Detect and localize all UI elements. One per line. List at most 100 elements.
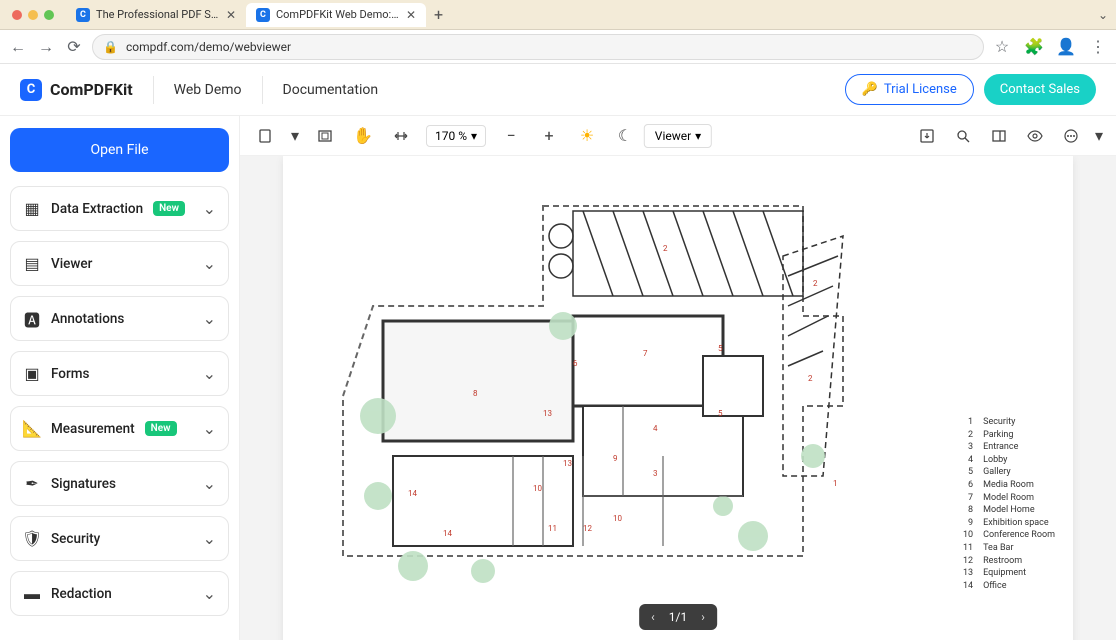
svg-text:6: 6 — [573, 359, 578, 368]
legend-row: 8Model Home — [961, 504, 1055, 517]
menu-icon[interactable]: ⋮ — [1088, 37, 1108, 57]
tab-close-icon[interactable]: ✕ — [226, 8, 236, 22]
logo-icon: C — [20, 79, 42, 101]
legend-row: 12Restroom — [961, 555, 1055, 568]
open-file-button[interactable]: Open File — [10, 128, 229, 172]
divider — [153, 76, 154, 104]
bookmark-icon[interactable]: ☆ — [992, 37, 1012, 57]
new-badge: New — [145, 421, 177, 436]
shield-icon: 🛡 — [23, 530, 41, 548]
svg-text:2: 2 — [808, 374, 813, 383]
page-indicator: 1/1 — [669, 610, 687, 624]
brand[interactable]: C ComPDFKit — [20, 79, 133, 101]
zoom-out-button[interactable]: − — [498, 123, 524, 149]
chevron-down-icon: ⌄ — [203, 584, 216, 603]
forward-icon[interactable]: → — [36, 37, 56, 57]
svg-text:13: 13 — [563, 459, 572, 468]
redaction-icon: ▬ — [23, 585, 41, 603]
browser-tab-active[interactable]: C ComPDFKit Web Demo: View ✕ — [246, 3, 426, 27]
more-icon[interactable] — [1058, 123, 1084, 149]
address-bar[interactable]: 🔒 compdf.com/demo/webviewer — [92, 34, 984, 60]
sidebar-item-label: Redaction — [51, 586, 112, 602]
mode-select[interactable]: Viewer ▾ — [644, 124, 712, 148]
divider — [262, 76, 263, 104]
new-badge: New — [153, 201, 185, 216]
save-icon[interactable] — [914, 123, 940, 149]
tab-close-icon[interactable]: ✕ — [406, 8, 416, 22]
eye-icon[interactable] — [1022, 123, 1048, 149]
sidebar-item-measurement[interactable]: 📐 Measurement New ⌄ — [10, 406, 229, 451]
sidebar-item-redaction[interactable]: ▬ Redaction ⌄ — [10, 571, 229, 616]
svg-text:14: 14 — [443, 529, 452, 538]
key-icon: 🔑 — [862, 82, 878, 97]
svg-text:10: 10 — [533, 484, 542, 493]
profile-icon[interactable]: 👤 — [1056, 37, 1076, 57]
zoom-select[interactable]: 170 % ▾ — [426, 125, 486, 147]
back-icon[interactable]: ← — [8, 37, 28, 57]
extract-icon: ▦ — [23, 200, 41, 218]
chevron-down-icon: ⌄ — [203, 529, 216, 548]
minimize-window-icon[interactable] — [28, 10, 38, 20]
sidebar-item-security[interactable]: 🛡 Security ⌄ — [10, 516, 229, 561]
sidebar-item-data-extraction[interactable]: ▦ Data Extraction New ⌄ — [10, 186, 229, 231]
new-tab-button[interactable]: + — [426, 5, 451, 24]
signature-icon: ✒ — [23, 475, 41, 493]
fit-width-icon[interactable] — [388, 123, 414, 149]
url-text: compdf.com/demo/webviewer — [126, 40, 291, 54]
zoom-value: 170 % — [435, 129, 467, 143]
panel-icon[interactable] — [986, 123, 1012, 149]
sidebar-item-label: Annotations — [51, 311, 124, 327]
tab-title: The Professional PDF SDK fo — [96, 8, 220, 21]
browser-tab[interactable]: C The Professional PDF SDK fo ✕ — [66, 3, 246, 27]
reload-icon[interactable]: ⟳ — [64, 37, 84, 57]
svg-text:8: 8 — [473, 389, 478, 398]
site-header: C ComPDFKit Web Demo Documentation 🔑 Tri… — [0, 64, 1116, 116]
sidebar-item-label: Signatures — [51, 476, 116, 492]
sidebar-item-signatures[interactable]: ✒ Signatures ⌄ — [10, 461, 229, 506]
extensions-icon[interactable]: 🧩 — [1024, 37, 1044, 57]
trial-label: Trial License — [884, 82, 957, 97]
close-window-icon[interactable] — [12, 10, 22, 20]
zoom-in-button[interactable]: + — [536, 123, 562, 149]
prev-page-icon[interactable]: ‹ — [651, 610, 655, 624]
sidebar-item-viewer[interactable]: ▤ Viewer ⌄ — [10, 241, 229, 286]
svg-text:12: 12 — [583, 524, 592, 533]
trial-license-button[interactable]: 🔑 Trial License — [845, 74, 974, 105]
legend-row: 9Exhibition space — [961, 517, 1055, 530]
svg-text:13: 13 — [543, 409, 552, 418]
search-icon[interactable] — [950, 123, 976, 149]
floorplan-legend: 1Security 2Parking 3Entrance 4Lobby 5Gal… — [961, 416, 1055, 592]
page-icon[interactable] — [252, 123, 278, 149]
chevron-down-icon[interactable]: ▾ — [1094, 123, 1104, 149]
site-info-icon[interactable]: 🔒 — [103, 40, 118, 54]
sidebar-item-forms[interactable]: ▣ Forms ⌄ — [10, 351, 229, 396]
svg-text:11: 11 — [548, 524, 557, 533]
nav-documentation[interactable]: Documentation — [283, 82, 379, 98]
favicon-icon: C — [76, 8, 90, 22]
brand-name: ComPDFKit — [50, 80, 133, 99]
maximize-window-icon[interactable] — [44, 10, 54, 20]
brightness-icon[interactable]: ☀ — [574, 123, 600, 149]
chevron-down-icon[interactable]: ⌄ — [1098, 8, 1108, 22]
nav-webdemo[interactable]: Web Demo — [174, 82, 242, 98]
chevron-down-icon: ⌄ — [203, 364, 216, 383]
legend-row: 4Lobby — [961, 454, 1055, 467]
chevron-down-icon: ▾ — [471, 129, 477, 143]
sidebar-item-annotations[interactable]: 🅰 Annotations ⌄ — [10, 296, 229, 341]
legend-row: 7Model Room — [961, 492, 1055, 505]
workspace: Open File ▦ Data Extraction New ⌄ ▤ View… — [0, 116, 1116, 640]
svg-text:7: 7 — [643, 349, 648, 358]
document-canvas[interactable]: 222 675 589 4310 131314 141112 101 1Secu… — [240, 156, 1116, 640]
chevron-down-icon[interactable]: ▾ — [290, 123, 300, 149]
fit-page-icon[interactable] — [312, 123, 338, 149]
next-page-icon[interactable]: › — [701, 610, 705, 624]
contact-sales-button[interactable]: Contact Sales — [984, 74, 1096, 105]
legend-row: 10Conference Room — [961, 529, 1055, 542]
sidebar: Open File ▦ Data Extraction New ⌄ ▤ View… — [0, 116, 240, 640]
legend-row: 2Parking — [961, 429, 1055, 442]
svg-text:2: 2 — [663, 244, 668, 253]
svg-text:9: 9 — [613, 454, 618, 463]
pan-icon[interactable]: ✋ — [350, 123, 376, 149]
dark-mode-icon[interactable]: ☾ — [612, 123, 638, 149]
svg-text:1: 1 — [833, 479, 838, 488]
